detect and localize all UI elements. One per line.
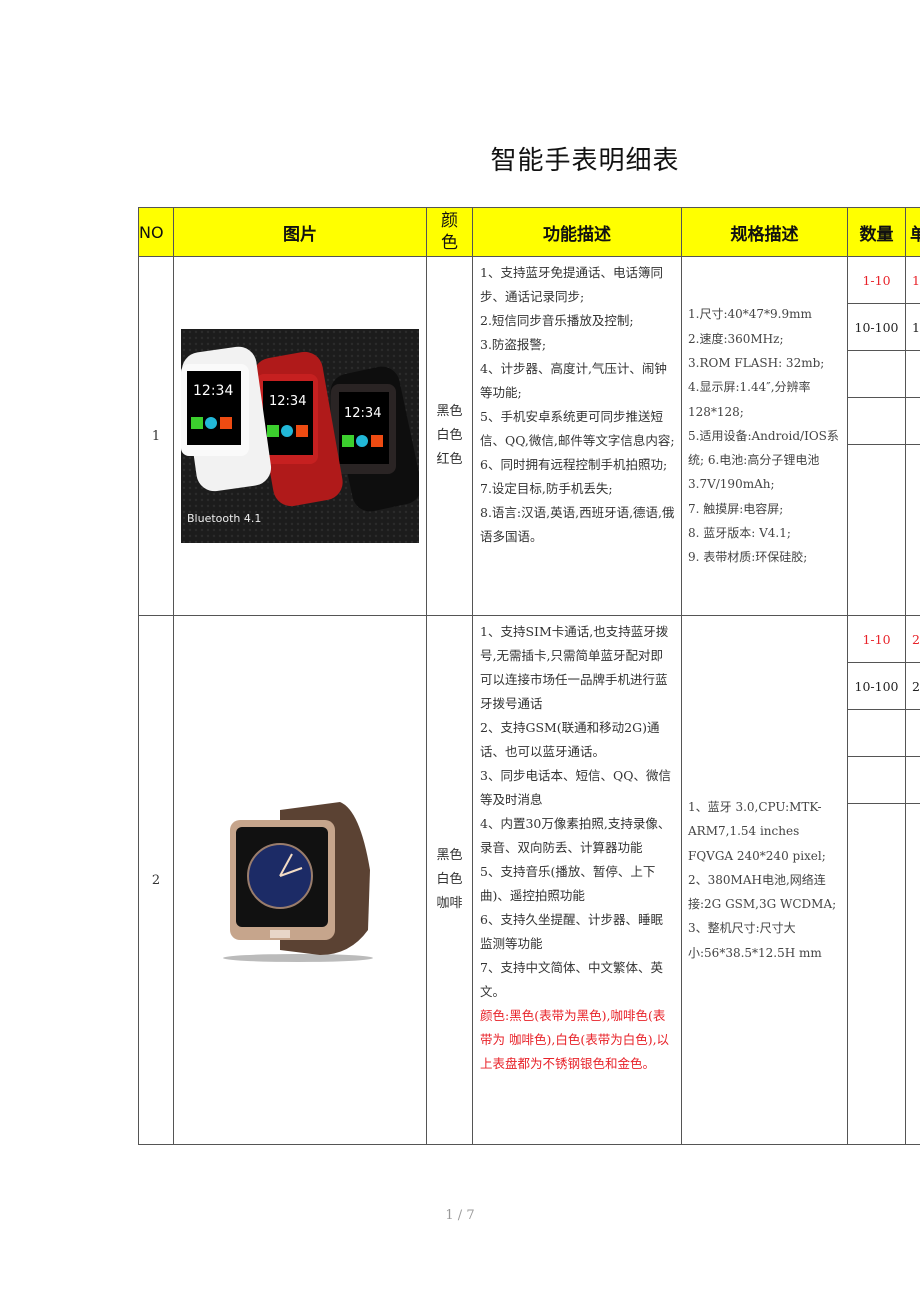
quantity-tier xyxy=(847,444,906,616)
feature-line: 2、支持GSM(联通和移动2G)通话、也可以蓝牙通话。 xyxy=(480,720,660,759)
header-quantity: 数量 xyxy=(847,207,906,257)
feature-line: 8.语言:汉语,英语,西班牙语,德语,俄语多国语。 xyxy=(480,505,675,544)
price-cell: 1 xyxy=(905,256,920,304)
color-option: 黑色 xyxy=(436,848,463,863)
color-option: 白色 xyxy=(436,872,463,887)
product-specs: 1、蓝牙 3.0,CPU:MTK-ARM7,1.54 inches FQVGA … xyxy=(681,615,848,1145)
spec-line: 3.ROM FLASH: 32mb; xyxy=(688,355,825,370)
header-no: NO xyxy=(138,207,174,257)
product-colors: 黑色 白色 咖啡 xyxy=(426,615,473,1145)
table-header-row: NO 图片 颜色 功能描述 规格描述 数量 单 xyxy=(138,207,920,257)
feature-line: 5、支持音乐(播放、暂停、上下曲)、遥控拍照功能 xyxy=(480,864,656,903)
quantity-tier xyxy=(847,397,906,445)
feature-line: 1、支持SIM卡通话,也支持蓝牙拨号,无需插卡,只需简单蓝牙配对即可以连接市场任… xyxy=(480,624,669,711)
spec-line: 9. 表带材质:环保硅胶; xyxy=(688,550,808,565)
smartwatch-trio-illustration: 12:34 12:34 12:34 xyxy=(181,329,419,543)
product-image-1: 12:34 12:34 12:34 Bluetooth 4.1 xyxy=(181,329,419,543)
quantity-tier: 1-10 xyxy=(847,256,906,304)
feature-line: 5、手机安卓系统更可同步推送短信、QQ,微信,邮件等文字信息内容; xyxy=(480,409,675,448)
product-features: 1、支持SIM卡通话,也支持蓝牙拨号,无需插卡,只需简单蓝牙配对即可以连接市场任… xyxy=(472,615,682,1145)
quantity-tier xyxy=(847,709,906,757)
spec-line: 2、380MAH电池,网络连接:2G GSM,3G WCDMA; xyxy=(688,872,837,912)
quantity-tier: 10-100 xyxy=(847,662,906,710)
feature-line: 7、支持中文简体、中文繁体、英文。 xyxy=(480,960,663,999)
quantity-tier xyxy=(847,350,906,398)
color-option: 红色 xyxy=(436,452,463,467)
header-color-text: 颜色 xyxy=(441,211,458,253)
product-colors: 黑色 白色 红色 xyxy=(426,256,473,616)
product-picture-cell xyxy=(173,615,427,1145)
table-row: 2 黑色 白色 咖啡 1、支持SIM卡通话,也支持蓝牙拨号,无需插卡,只需简单蓝牙配对… xyxy=(138,615,920,1145)
page-title: 智能手表明细表 xyxy=(490,146,680,176)
feature-line: 4、内置30万像素拍照,支持录像、录音、双向防丢、计算器功能 xyxy=(480,816,671,855)
product-image-2 xyxy=(210,790,390,970)
price-cell xyxy=(905,803,920,1145)
feature-line: 2.短信同步音乐播放及控制; xyxy=(480,313,634,328)
quantity-tier: 10-100 xyxy=(847,303,906,351)
price-cell xyxy=(905,756,920,804)
product-specs: 1.尺寸:40*47*9.9mm 2.速度:360MHz; 3.ROM FLASH:… xyxy=(681,256,848,616)
feature-line: 4、计步器、高度计,气压计、闹钟等功能; xyxy=(480,361,667,400)
row-number: 1 xyxy=(138,256,174,616)
page-indicator: 1 / 7 xyxy=(445,1208,475,1223)
header-specs: 规格描述 xyxy=(681,207,848,257)
color-option: 白色 xyxy=(436,428,463,443)
price-cell: 2 xyxy=(905,662,920,710)
table-row: 1 12:34 12:34 12:34 Bluetooth 4.1 黑色白色红色… xyxy=(138,256,920,616)
product-picture-cell: 12:34 12:34 12:34 Bluetooth 4.1 xyxy=(173,256,427,616)
price-cell xyxy=(905,397,920,445)
price-cell: 2 xyxy=(905,615,920,663)
row-number: 2 xyxy=(138,615,174,1145)
product-features: 1、支持蓝牙免提通话、电话簿同步、通话记录同步; 2.短信同步音乐播放及控制; 3.… xyxy=(472,256,682,616)
header-picture: 图片 xyxy=(173,207,427,257)
product-table: NO 图片 颜色 功能描述 规格描述 数量 单 1 12:34 12:34 12… xyxy=(138,207,920,1145)
feature-line: 1、支持蓝牙免提通话、电话簿同步、通话记录同步; xyxy=(480,265,663,304)
color-option: 咖啡 xyxy=(436,896,463,911)
svg-text:12:34: 12:34 xyxy=(269,394,306,409)
feature-line: 7.设定目标,防手机丢失; xyxy=(480,481,613,496)
price-cell: 1 xyxy=(905,303,920,351)
spec-line: 1.尺寸:40*47*9.9mm xyxy=(688,307,812,322)
spec-line: 7. 触摸屏:电容屏; xyxy=(688,501,784,516)
quantity-tier xyxy=(847,756,906,804)
header-color: 颜色 xyxy=(426,207,473,257)
quantity-tier: 1-10 xyxy=(847,615,906,663)
feature-color-note: 颜色:黑色(表带为黑色),咖啡色(表带为 咖啡色),白色(表带为白色),以上表盘… xyxy=(480,1008,670,1071)
price-cell xyxy=(905,709,920,757)
spec-line: 3、整机尺寸:尺寸大小:56*38.5*12.5H mm xyxy=(688,921,822,960)
price-cell xyxy=(905,444,920,616)
feature-line: 3、同步电话本、短信、QQ、微信等及时消息 xyxy=(480,768,671,807)
watch-time: 12:34 xyxy=(193,383,233,399)
smartwatch-dz09-illustration xyxy=(223,802,373,962)
spec-line: 4.显示屏:1.44″,分辨率128*128; xyxy=(688,380,811,419)
feature-line: 3.防盗报警; xyxy=(480,337,547,352)
spec-line: 8. 蓝牙版本: V4.1; xyxy=(688,526,791,541)
price-cell xyxy=(905,350,920,398)
spec-line: 2.速度:360MHz; xyxy=(688,331,784,346)
feature-line: 6、支持久坐提醒、计步器、睡眠监测等功能 xyxy=(480,912,663,951)
quantity-tier xyxy=(847,803,906,1145)
spec-line: 5.适用设备:Android/IOS系统; 6.电池:高分子锂电池3.7V/19… xyxy=(688,428,839,492)
svg-text:12:34: 12:34 xyxy=(344,406,381,421)
header-features: 功能描述 xyxy=(472,207,682,257)
color-option: 黑色 xyxy=(436,404,463,419)
feature-line: 6、同时拥有远程控制手机拍照功; xyxy=(480,457,668,472)
image-caption: Bluetooth 4.1 xyxy=(187,512,262,525)
header-price: 单 xyxy=(905,207,920,257)
spec-line: 1、蓝牙 3.0,CPU:MTK-ARM7,1.54 inches FQVGA … xyxy=(688,799,826,863)
